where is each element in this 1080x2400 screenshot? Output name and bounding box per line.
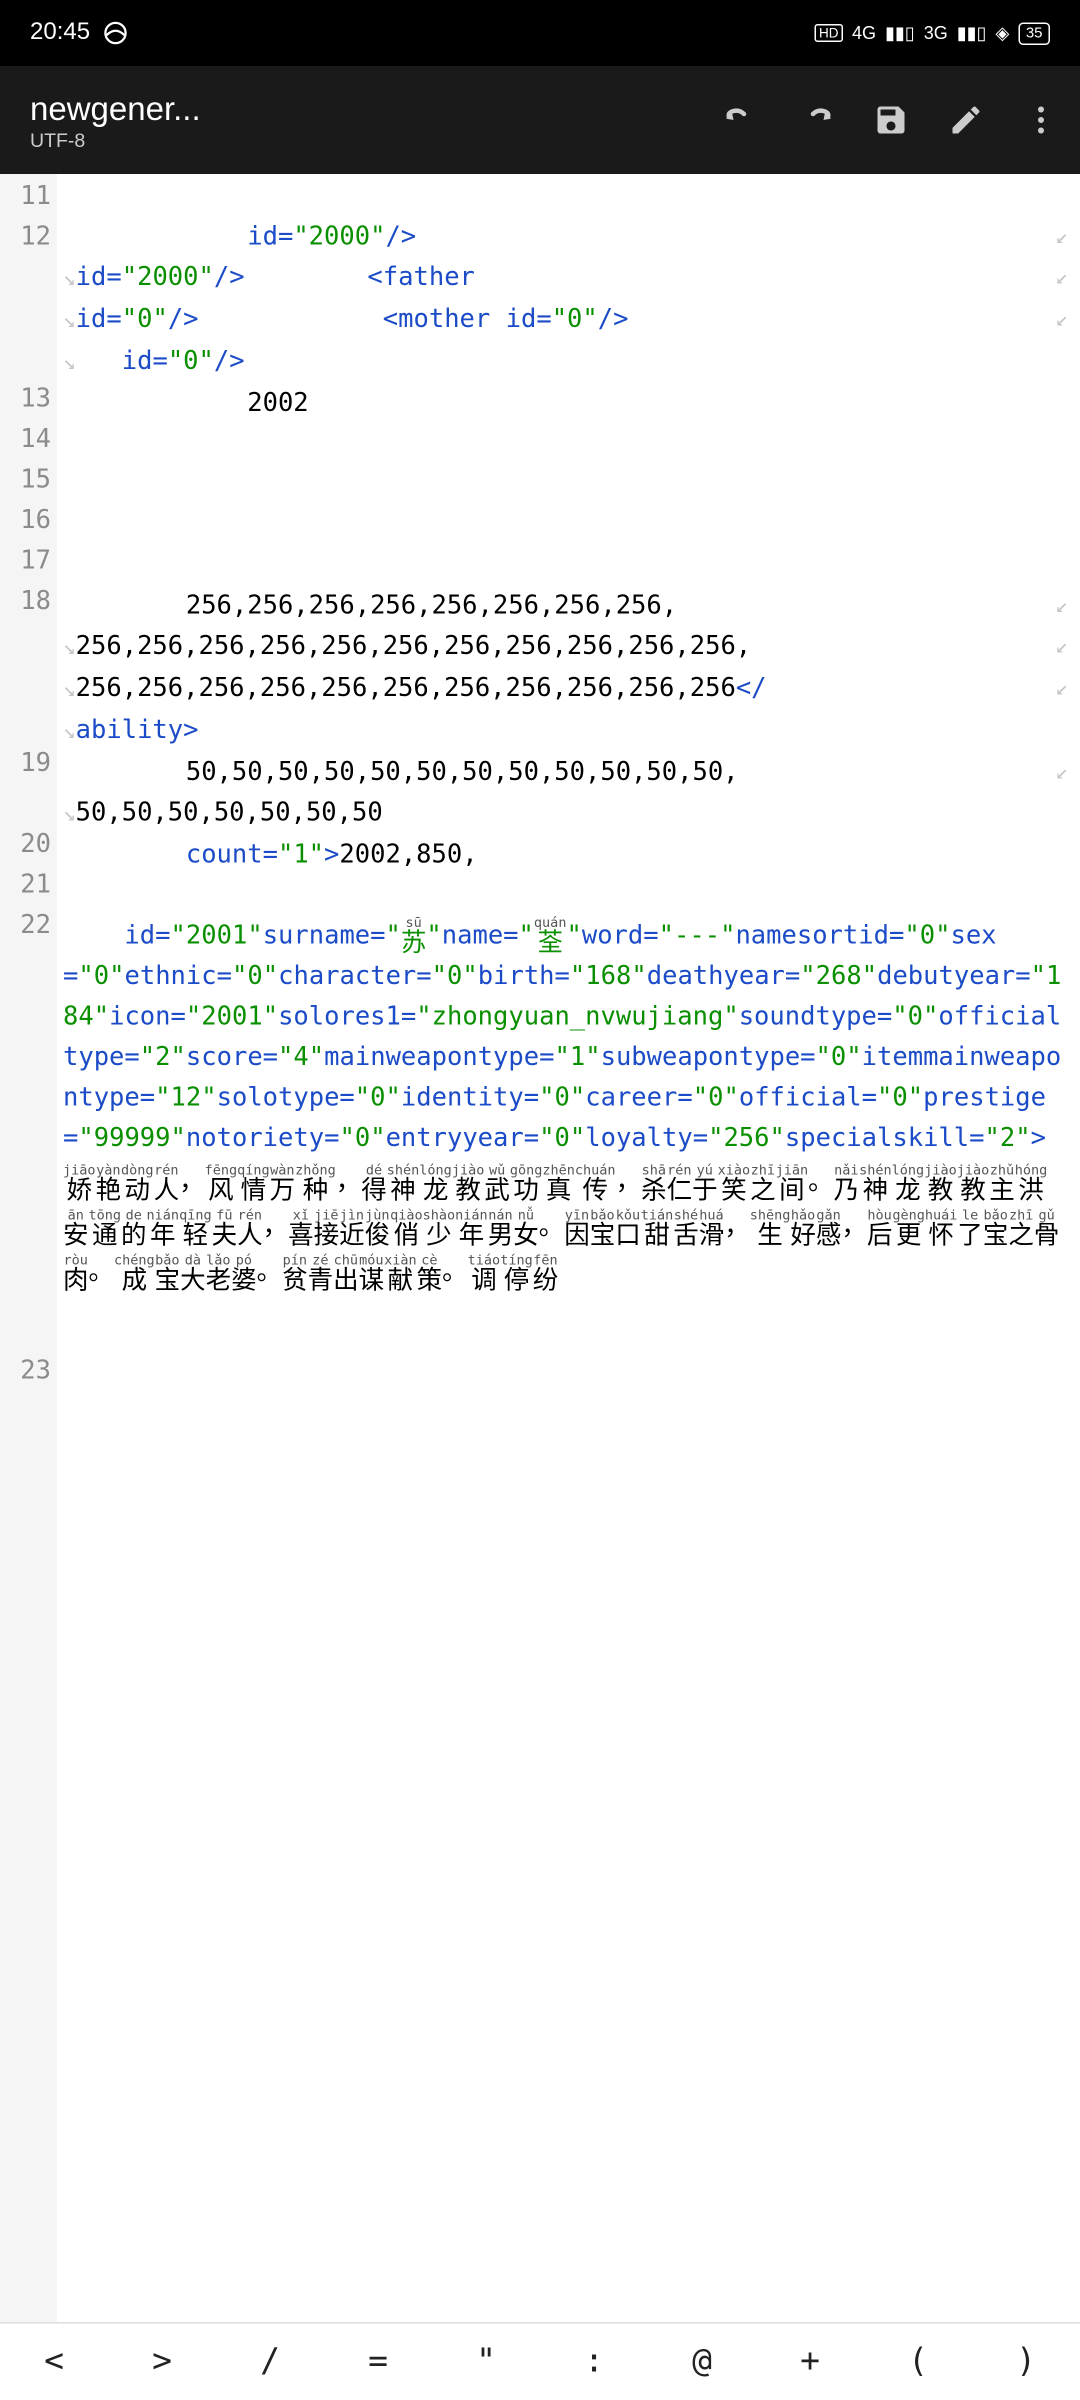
code-content[interactable]: id="2000"/>↙↘id="2000"/> <father ↙↘id="0… (57, 174, 1080, 2322)
battery-indicator: 35 (1018, 22, 1050, 45)
signal-icon-2: ▮▮▯ (957, 23, 987, 44)
key-([interactable]: ( (890, 2334, 946, 2390)
symbol-keyboard: < > / = ": @ + () (0, 2322, 1080, 2400)
wifi-icon: ◈ (995, 23, 1009, 44)
save-icon[interactable] (873, 102, 909, 138)
net2-indicator: 3G (924, 23, 948, 44)
code-editor[interactable]: 1112 131415161718 19 202122 23 id="2000"… (0, 174, 1080, 2322)
key-"[interactable]: " (458, 2334, 514, 2390)
key-<[interactable]: < (26, 2334, 82, 2390)
key->[interactable]: > (134, 2334, 190, 2390)
line-gutter: 1112 131415161718 19 202122 23 (0, 174, 57, 2322)
key-=[interactable]: = (350, 2334, 406, 2390)
key-@[interactable]: @ (674, 2334, 730, 2390)
key-:[interactable]: : (566, 2334, 622, 2390)
redo-icon[interactable] (798, 102, 834, 138)
key-+[interactable]: + (782, 2334, 838, 2390)
toolbar: newgener... UTF-8 (0, 66, 1080, 174)
browser-icon (102, 20, 129, 47)
edit-icon[interactable] (948, 102, 984, 138)
key-)[interactable]: ) (998, 2334, 1054, 2390)
more-icon[interactable] (1023, 102, 1059, 138)
status-time: 20:45 (30, 20, 90, 47)
status-bar: 20:45 HD 4G ▮▮▯ 3G ▮▮▯ ◈ 35 (0, 0, 1080, 66)
signal-icon-1: ▮▮▯ (885, 23, 915, 44)
net1-indicator: 4G (852, 23, 876, 44)
key-/[interactable]: / (242, 2334, 298, 2390)
file-title[interactable]: newgener... (30, 89, 723, 128)
undo-icon[interactable] (723, 102, 759, 138)
hd-indicator: HD (814, 24, 843, 42)
encoding-label: UTF-8 (30, 128, 723, 151)
